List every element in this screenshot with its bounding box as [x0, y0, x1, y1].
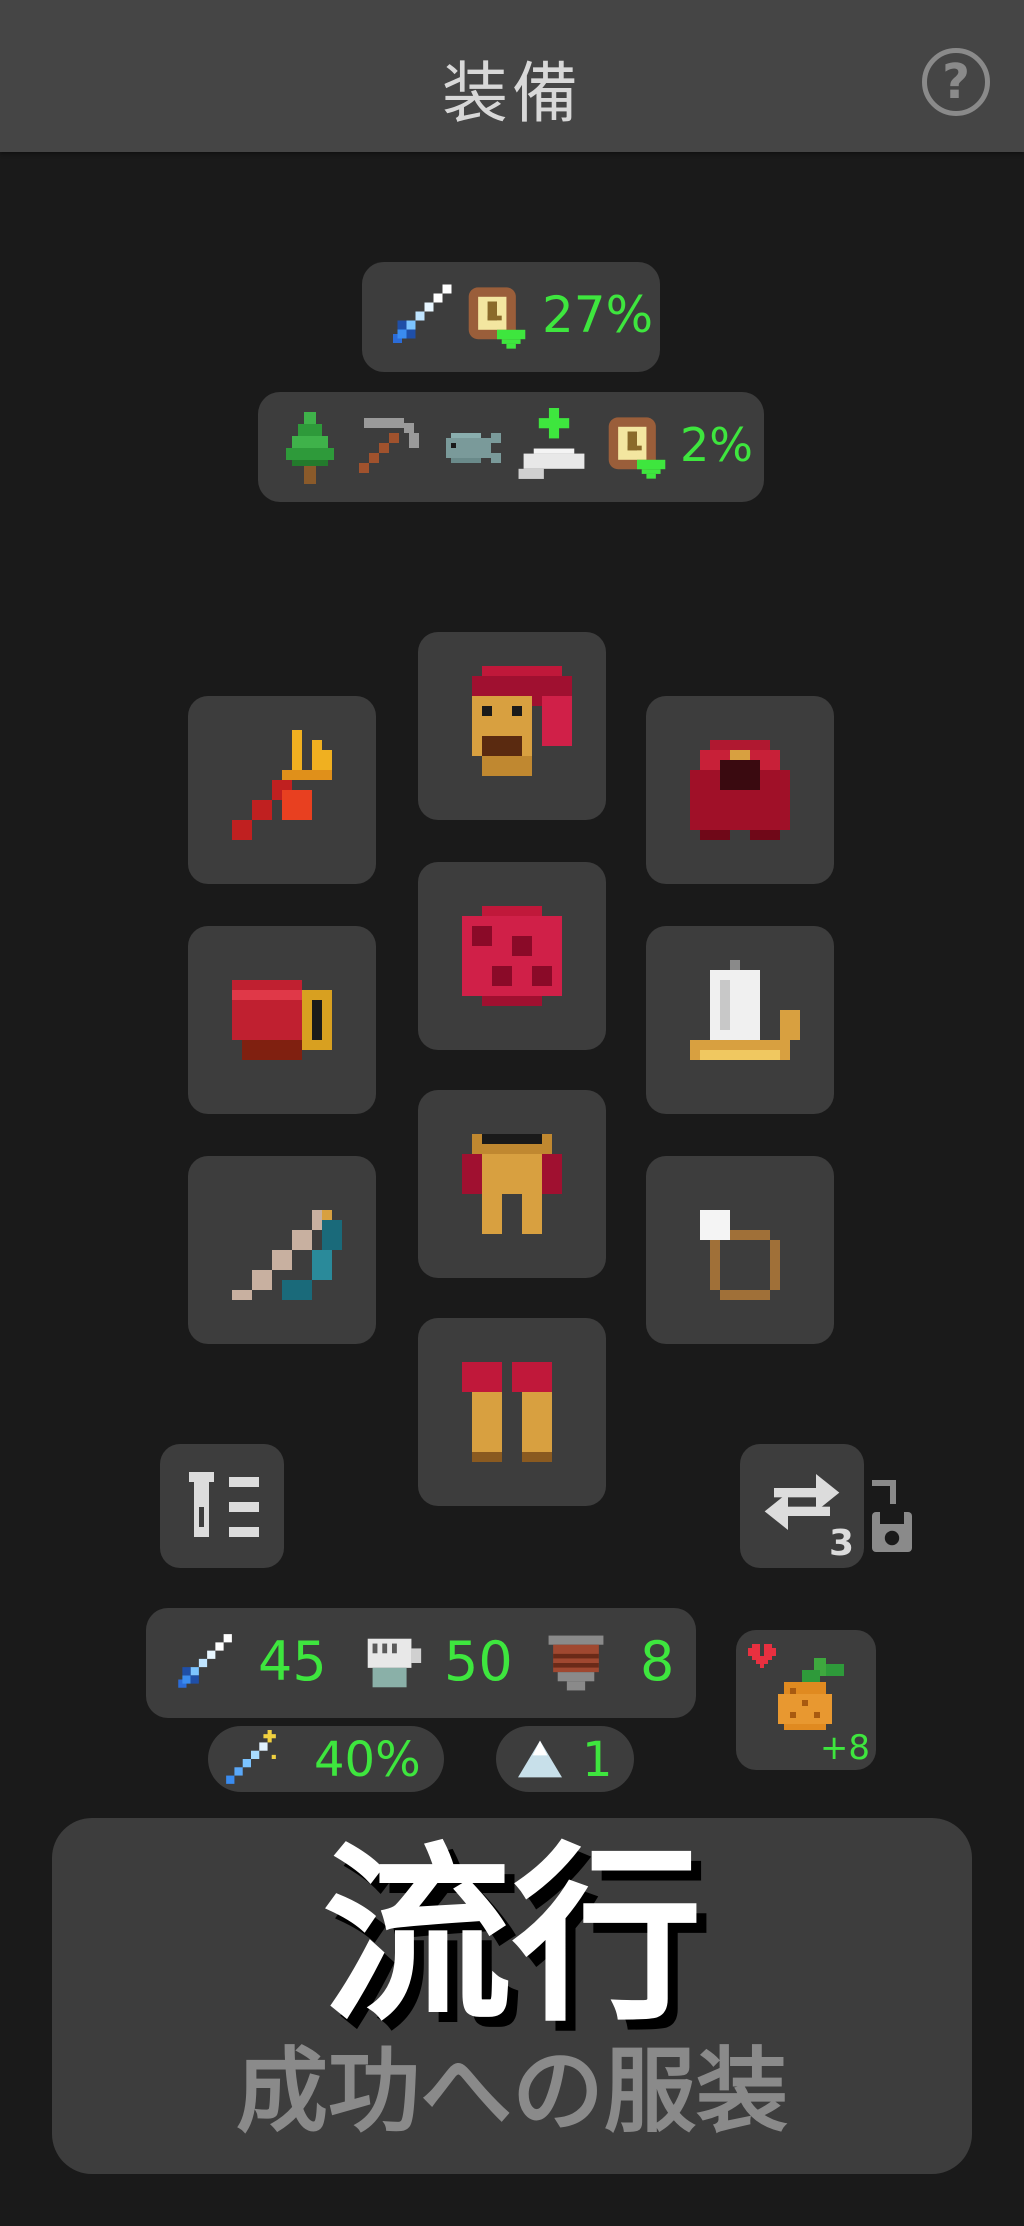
tier-value: 1 — [582, 1732, 613, 1788]
boots-slot[interactable] — [418, 1318, 606, 1506]
exp-scroll-icon — [608, 417, 666, 479]
crit-value: 40% — [314, 1732, 421, 1788]
exp-scroll-icon — [468, 287, 526, 349]
red-bracers-icon — [232, 980, 332, 1060]
fish-icon — [446, 433, 501, 463]
mountain-icon — [518, 1740, 562, 1778]
combat-stats-pill: 45 50 8 — [146, 1608, 696, 1718]
outfit-subtitle: 成功への服装 — [235, 2038, 788, 2145]
cape-slot[interactable] — [646, 696, 834, 884]
fist-icon — [367, 1638, 422, 1688]
exp-bonus-value: 27% — [542, 286, 654, 344]
hand-plus-icon — [518, 408, 585, 479]
attack-value: 45 — [258, 1630, 327, 1693]
defense-value: 8 — [640, 1630, 675, 1693]
candle-icon — [690, 960, 800, 1060]
app-header: 装備 ? — [0, 0, 1024, 152]
red-hood-cape-icon — [690, 740, 790, 840]
tier-pill: 1 — [496, 1726, 634, 1792]
swap-count: 3 — [828, 1523, 854, 1564]
swap-arrows-icon — [764, 1474, 840, 1530]
body-slot[interactable] — [418, 862, 606, 1050]
weapon-slot[interactable] — [188, 696, 376, 884]
legs-slot[interactable] — [418, 1090, 606, 1278]
feather-skirt-icon — [462, 1134, 562, 1234]
pickaxe-icon — [359, 418, 419, 473]
tree-icon — [286, 412, 334, 484]
sword-icon — [178, 1634, 232, 1688]
outfit-panel[interactable]: 流行 成功への服装 — [52, 1818, 972, 2174]
bow-icon — [232, 1210, 342, 1300]
exp-bonus-pill[interactable]: 27% — [362, 262, 660, 372]
ranged-slot[interactable] — [188, 1156, 376, 1344]
shield-icon — [548, 1635, 604, 1691]
outfit-title: 流行 — [321, 1826, 702, 2047]
food-slot[interactable]: +8 — [736, 1630, 876, 1770]
feather-boots-icon — [462, 1362, 552, 1462]
unlocked-save-icon[interactable] — [872, 1480, 912, 1552]
head-slot[interactable] — [418, 632, 606, 820]
potion-button[interactable] — [160, 1444, 284, 1568]
food-heal-value: +8 — [819, 1728, 870, 1768]
bracers-slot[interactable] — [188, 926, 376, 1114]
strength-value: 50 — [444, 1630, 513, 1693]
crit-pill: 40% — [208, 1726, 444, 1792]
pearl-ring-icon — [700, 1210, 780, 1300]
gathering-bonus-pill[interactable]: 2% — [258, 392, 764, 502]
lion-headdress-icon — [472, 666, 572, 776]
offhand-slot[interactable] — [646, 926, 834, 1114]
page-title: 装備 — [442, 55, 582, 132]
crit-wand-icon — [226, 1730, 276, 1784]
gathering-bonus-value: 2% — [680, 418, 753, 472]
sword-icon — [393, 284, 452, 343]
ring-slot[interactable] — [646, 1156, 834, 1344]
feather-armor-icon — [462, 906, 562, 1006]
question-circle-icon[interactable]: ? — [922, 48, 990, 116]
swap-loadout-button[interactable]: 3 — [740, 1444, 864, 1568]
trident-icon — [232, 730, 332, 840]
potion-list-icon — [189, 1472, 259, 1537]
